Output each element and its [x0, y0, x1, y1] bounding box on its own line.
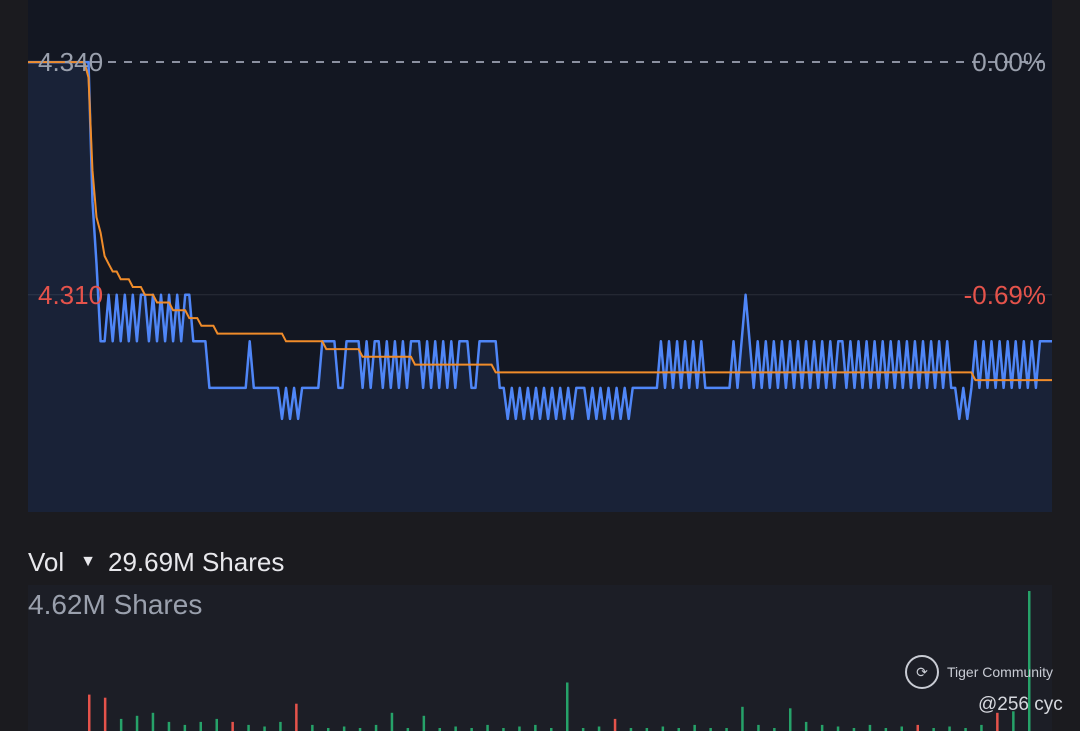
- volume-bar: [390, 712, 394, 731]
- volume-bar: [661, 726, 665, 731]
- volume-bar: [948, 726, 951, 731]
- volume-bar: [295, 703, 298, 731]
- volume-bar: [980, 724, 983, 731]
- volume-bar: [247, 724, 250, 731]
- volume-bar: [741, 706, 744, 731]
- mid-percent-label: -0.69%: [963, 279, 1046, 310]
- volume-bar: [836, 726, 840, 731]
- volume-total: 29.69M Shares: [108, 546, 285, 577]
- caret-down-icon[interactable]: ▼: [80, 553, 96, 571]
- volume-chart[interactable]: 4.62M Shares: [28, 585, 1052, 731]
- watermark-user: @256 cyc: [978, 694, 1063, 715]
- volume-bar: [820, 724, 824, 731]
- volume-bar: [693, 724, 696, 731]
- price-area: [28, 62, 1052, 512]
- volume-bar: [135, 715, 139, 731]
- price-chart[interactable]: [28, 0, 1052, 512]
- volume-bar: [279, 721, 282, 731]
- watermark-brand: Tiger Community: [947, 664, 1054, 680]
- volume-bar: [804, 721, 808, 731]
- volume-bar: [342, 726, 346, 731]
- volume-bar: [534, 724, 537, 731]
- volume-bar: [789, 708, 792, 731]
- watermark: ⟳ Tiger Community: [905, 652, 1075, 692]
- volume-header[interactable]: Vol ▼ 29.69M Shares: [28, 542, 284, 582]
- volume-bar: [199, 721, 202, 731]
- volume-bar: [597, 726, 601, 731]
- volume-bar: [263, 726, 266, 731]
- tiger-logo-icon: ⟳: [905, 655, 939, 689]
- volume-bar: [518, 726, 521, 731]
- volume-bar: [613, 718, 617, 731]
- price-chart-plot: [28, 60, 1052, 512]
- volume-bar: [311, 724, 314, 731]
- volume-bar: [566, 682, 569, 731]
- volume-bar: [900, 726, 903, 731]
- volume-bar: [757, 724, 760, 731]
- volume-bar: [151, 712, 155, 731]
- volume-bar: [454, 726, 457, 731]
- top-percent-label: 0.00%: [972, 47, 1046, 78]
- volume-bar: [103, 697, 107, 731]
- top-price-label: 4.340: [38, 47, 104, 78]
- volume-bar: [167, 721, 171, 731]
- volume-bar: [868, 724, 872, 731]
- volume-bar: [119, 718, 123, 731]
- volume-bar: [486, 724, 489, 731]
- volume-max-label: 4.62M Shares: [28, 589, 203, 620]
- volume-bar: [374, 724, 378, 731]
- volume-bar: [88, 694, 91, 731]
- mid-price-label: 4.310: [38, 279, 104, 310]
- volume-bar: [231, 721, 234, 731]
- volume-bar: [422, 715, 426, 731]
- volume-bar: [215, 718, 218, 731]
- volume-label: Vol: [28, 546, 65, 577]
- volume-bar: [183, 724, 187, 731]
- volume-bar: [916, 724, 919, 731]
